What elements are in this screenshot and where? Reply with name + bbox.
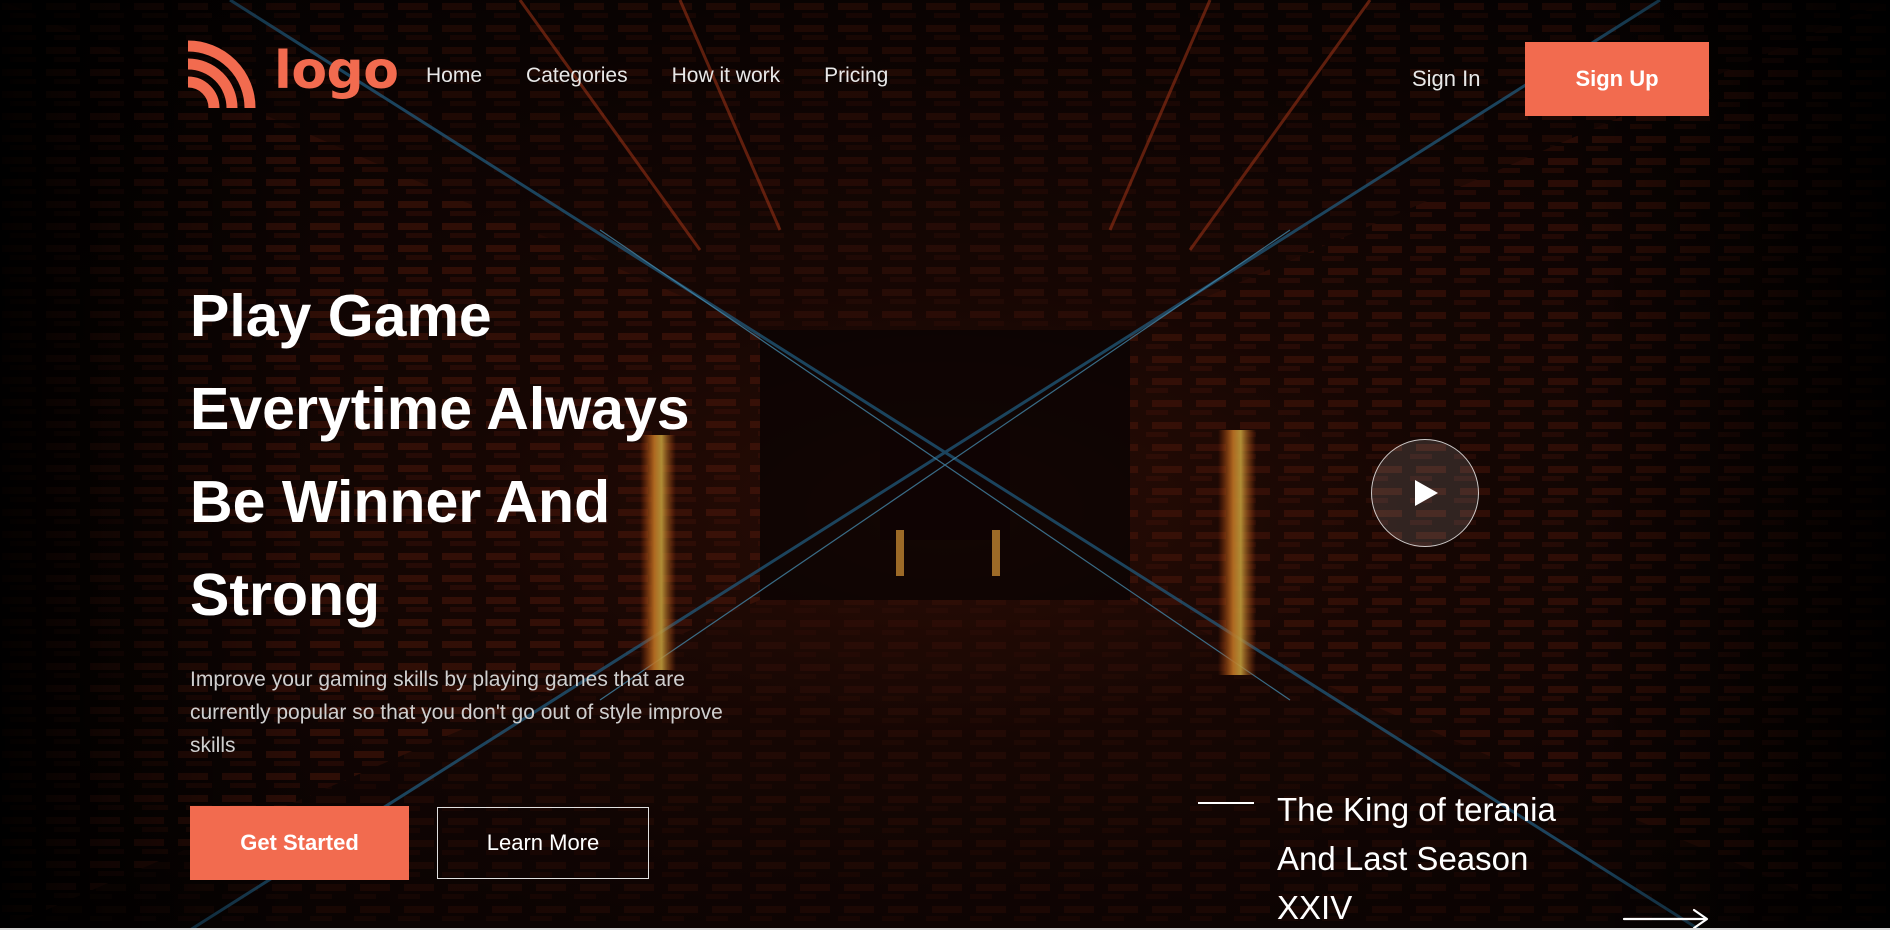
- hero-title-line: Play Game: [190, 283, 492, 349]
- logo[interactable]: logo: [188, 40, 399, 108]
- feature-title: The King of terania And Last Season XXIV: [1277, 785, 1607, 930]
- hero-description: Improve your gaming skills by playing ga…: [190, 668, 723, 757]
- signal-arcs-icon: [188, 40, 256, 108]
- sign-in-link[interactable]: Sign In: [1412, 66, 1481, 92]
- play-video-button[interactable]: [1371, 439, 1479, 547]
- nav-item-how-it-work[interactable]: How it work: [672, 64, 781, 88]
- nav-item-home[interactable]: Home: [426, 64, 482, 88]
- feature-title-line: XXIV: [1277, 889, 1353, 926]
- nav-item-pricing[interactable]: Pricing: [824, 64, 888, 88]
- play-icon: [1415, 480, 1438, 506]
- feature-title-line: And Last Season: [1277, 840, 1529, 877]
- nav-item-categories[interactable]: Categories: [526, 64, 628, 88]
- hero-title-line: Everytime Always: [190, 376, 690, 442]
- feature-title-line: The King of terania: [1277, 791, 1556, 828]
- hero-title: Play Game Everytime Always Be Winner And…: [190, 270, 830, 642]
- feature-divider-line: [1198, 802, 1254, 804]
- hero-title-line: Strong: [190, 562, 381, 628]
- sign-up-button[interactable]: Sign Up: [1525, 42, 1709, 116]
- get-started-button[interactable]: Get Started: [190, 806, 409, 880]
- arrow-right-icon[interactable]: [1622, 908, 1710, 930]
- main-nav: Home Categories How it work Pricing: [426, 64, 888, 88]
- learn-more-button[interactable]: Learn More: [437, 807, 649, 879]
- hero-title-line: Be Winner And: [190, 469, 611, 535]
- logo-text: logo: [274, 41, 399, 101]
